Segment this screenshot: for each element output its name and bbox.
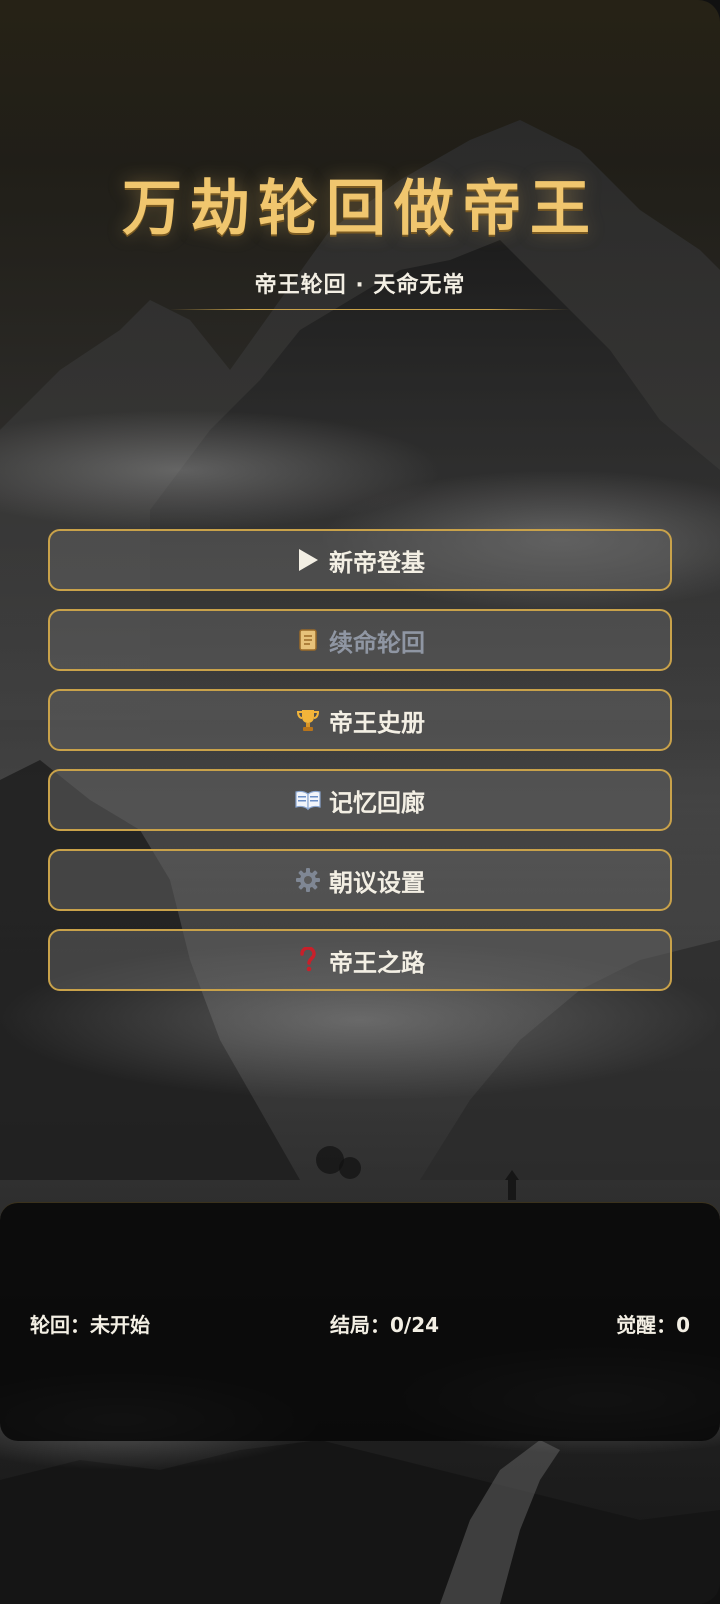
new-game-button[interactable]: 新帝登基 xyxy=(48,529,672,591)
awakening-count: 觉醒：0 xyxy=(616,1313,690,1337)
memory-label: 记忆回廊 xyxy=(329,788,425,817)
question-icon xyxy=(295,947,321,973)
continue-label: 续命轮回 xyxy=(329,628,425,657)
main-menu: 新帝登基 续命轮回 帝王史册 记忆回廊 朝议设置 帝王之路 xyxy=(48,529,672,1009)
endings-count: 结局：0/24 xyxy=(330,1313,440,1337)
settings-label: 朝议设置 xyxy=(329,868,425,897)
cycle-status: 轮回：未开始 xyxy=(30,1313,150,1337)
title-divider xyxy=(170,309,570,310)
guide-label: 帝王之路 xyxy=(329,948,425,977)
gear-icon xyxy=(295,867,321,893)
guide-button[interactable]: 帝王之路 xyxy=(48,929,672,991)
book-icon xyxy=(295,787,321,813)
trophy-icon xyxy=(295,707,321,733)
title-block: 万劫轮回做帝王 帝王轮回 · 天命无常 xyxy=(0,160,720,299)
scroll-icon xyxy=(295,627,321,653)
history-label: 帝王史册 xyxy=(329,708,425,737)
settings-button[interactable]: 朝议设置 xyxy=(48,849,672,911)
continue-button[interactable]: 续命轮回 xyxy=(48,609,672,671)
history-button[interactable]: 帝王史册 xyxy=(48,689,672,751)
game-subtitle: 帝王轮回 · 天命无常 xyxy=(254,273,466,298)
play-icon xyxy=(295,547,321,573)
new-game-label: 新帝登基 xyxy=(329,548,425,577)
memory-button[interactable]: 记忆回廊 xyxy=(48,769,672,831)
title-screen: 万劫轮回做帝王 帝王轮回 · 天命无常 新帝登基 续命轮回 帝王史册 记忆回廊 … xyxy=(0,0,720,1604)
game-title: 万劫轮回做帝王 xyxy=(122,174,598,244)
stats-panel: 轮回：未开始 结局：0/24 觉醒：0 xyxy=(0,1202,720,1441)
